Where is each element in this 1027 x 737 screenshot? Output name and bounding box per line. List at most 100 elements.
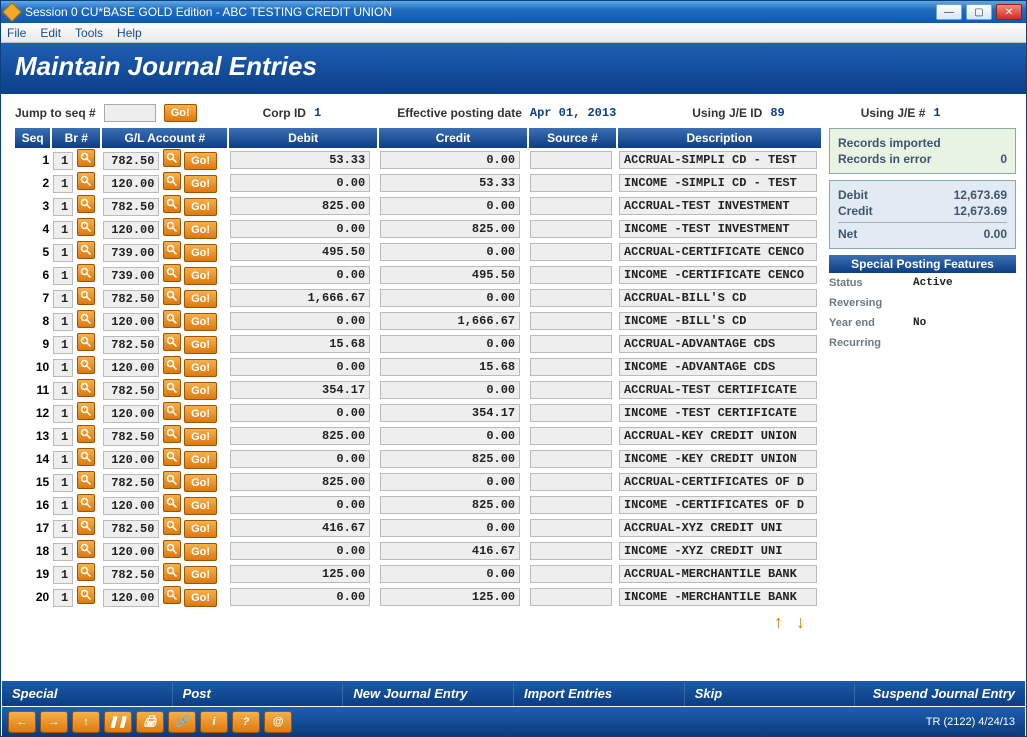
br-input[interactable]	[53, 474, 73, 492]
br-lookup-icon[interactable]	[77, 586, 95, 604]
gl-input[interactable]	[103, 497, 159, 515]
gl-input[interactable]	[103, 336, 159, 354]
gl-input[interactable]	[103, 152, 159, 170]
source-input[interactable]	[530, 450, 612, 468]
debit-input[interactable]	[230, 151, 370, 169]
gl-go-button[interactable]: Go!	[184, 566, 217, 584]
desc-input[interactable]	[619, 381, 817, 399]
gl-lookup-icon[interactable]	[163, 471, 181, 489]
desc-input[interactable]	[619, 496, 817, 514]
footer-post[interactable]: Post	[173, 681, 344, 706]
desc-input[interactable]	[619, 358, 817, 376]
desc-input[interactable]	[619, 450, 817, 468]
credit-input[interactable]	[380, 289, 520, 307]
br-lookup-icon[interactable]	[77, 494, 95, 512]
gl-lookup-icon[interactable]	[163, 195, 181, 213]
source-input[interactable]	[530, 335, 612, 353]
source-input[interactable]	[530, 151, 612, 169]
br-lookup-icon[interactable]	[77, 402, 95, 420]
desc-input[interactable]	[619, 542, 817, 560]
gl-go-button[interactable]: Go!	[184, 175, 217, 193]
source-input[interactable]	[530, 243, 612, 261]
desc-input[interactable]	[619, 174, 817, 192]
jump-seq-input[interactable]	[104, 104, 156, 122]
br-input[interactable]	[53, 359, 73, 377]
credit-input[interactable]	[380, 174, 520, 192]
link-icon[interactable]: 🔗	[168, 711, 196, 733]
desc-input[interactable]	[619, 519, 817, 537]
footer-import[interactable]: Import Entries	[514, 681, 685, 706]
source-input[interactable]	[530, 404, 612, 422]
br-input[interactable]	[53, 589, 73, 607]
debit-input[interactable]	[230, 220, 370, 238]
br-lookup-icon[interactable]	[77, 379, 95, 397]
help-icon[interactable]: ?	[232, 711, 260, 733]
pause-icon[interactable]: ❚❚	[104, 711, 132, 733]
credit-input[interactable]	[380, 404, 520, 422]
credit-input[interactable]	[380, 427, 520, 445]
br-input[interactable]	[53, 290, 73, 308]
gl-lookup-icon[interactable]	[163, 218, 181, 236]
gl-lookup-icon[interactable]	[163, 264, 181, 282]
desc-input[interactable]	[619, 588, 817, 606]
br-lookup-icon[interactable]	[77, 356, 95, 374]
gl-lookup-icon[interactable]	[163, 333, 181, 351]
maximize-button[interactable]: ▢	[966, 4, 992, 20]
gl-input[interactable]	[103, 428, 159, 446]
gl-input[interactable]	[103, 474, 159, 492]
gl-go-button[interactable]: Go!	[184, 313, 217, 331]
gl-lookup-icon[interactable]	[163, 517, 181, 535]
gl-input[interactable]	[103, 267, 159, 285]
gl-lookup-icon[interactable]	[163, 540, 181, 558]
at-icon[interactable]: @	[264, 711, 292, 733]
scroll-up-icon[interactable]: ↑	[774, 612, 783, 632]
gl-lookup-icon[interactable]	[163, 172, 181, 190]
credit-input[interactable]	[380, 197, 520, 215]
gl-lookup-icon[interactable]	[163, 586, 181, 604]
credit-input[interactable]	[380, 312, 520, 330]
gl-go-button[interactable]: Go!	[184, 359, 217, 377]
br-lookup-icon[interactable]	[77, 172, 95, 190]
debit-input[interactable]	[230, 335, 370, 353]
br-lookup-icon[interactable]	[77, 333, 95, 351]
credit-input[interactable]	[380, 220, 520, 238]
debit-input[interactable]	[230, 427, 370, 445]
br-input[interactable]	[53, 382, 73, 400]
desc-input[interactable]	[619, 266, 817, 284]
menu-tools[interactable]: Tools	[75, 26, 103, 40]
desc-input[interactable]	[619, 243, 817, 261]
close-button[interactable]: ✕	[996, 4, 1022, 20]
desc-input[interactable]	[619, 335, 817, 353]
br-lookup-icon[interactable]	[77, 563, 95, 581]
debit-input[interactable]	[230, 588, 370, 606]
gl-go-button[interactable]: Go!	[184, 244, 217, 262]
gl-go-button[interactable]: Go!	[184, 497, 217, 515]
desc-input[interactable]	[619, 151, 817, 169]
br-lookup-icon[interactable]	[77, 149, 95, 167]
debit-input[interactable]	[230, 450, 370, 468]
menu-file[interactable]: File	[7, 26, 26, 40]
br-lookup-icon[interactable]	[77, 471, 95, 489]
debit-input[interactable]	[230, 266, 370, 284]
source-input[interactable]	[530, 220, 612, 238]
gl-go-button[interactable]: Go!	[184, 267, 217, 285]
source-input[interactable]	[530, 542, 612, 560]
br-input[interactable]	[53, 566, 73, 584]
source-input[interactable]	[530, 174, 612, 192]
br-lookup-icon[interactable]	[77, 310, 95, 328]
source-input[interactable]	[530, 289, 612, 307]
debit-input[interactable]	[230, 496, 370, 514]
credit-input[interactable]	[380, 565, 520, 583]
gl-lookup-icon[interactable]	[163, 356, 181, 374]
credit-input[interactable]	[380, 473, 520, 491]
br-lookup-icon[interactable]	[77, 218, 95, 236]
gl-input[interactable]	[103, 175, 159, 193]
br-input[interactable]	[53, 175, 73, 193]
gl-input[interactable]	[103, 313, 159, 331]
source-input[interactable]	[530, 496, 612, 514]
gl-go-button[interactable]: Go!	[184, 428, 217, 446]
gl-input[interactable]	[103, 382, 159, 400]
source-input[interactable]	[530, 197, 612, 215]
br-lookup-icon[interactable]	[77, 540, 95, 558]
source-input[interactable]	[530, 312, 612, 330]
